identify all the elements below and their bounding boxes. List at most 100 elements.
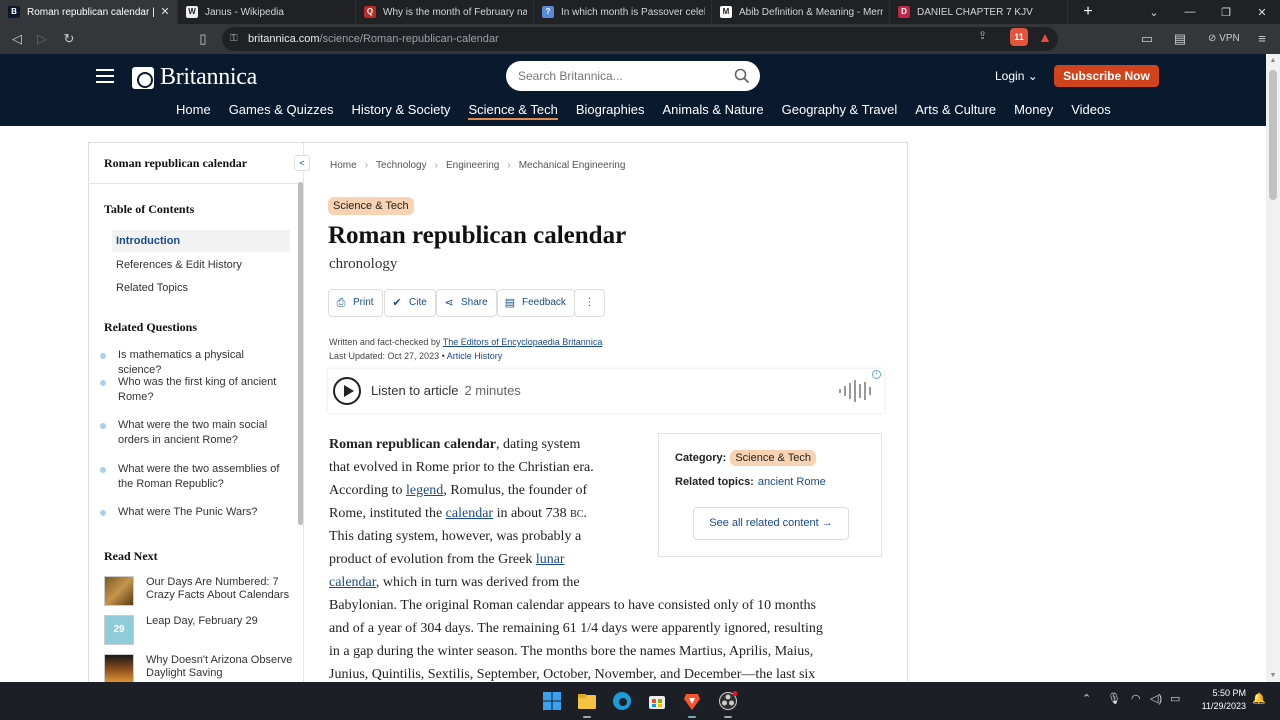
volume-icon[interactable]: ◁) — [1150, 692, 1162, 705]
chevron-up-icon[interactable]: ⌃ — [1082, 692, 1091, 705]
related-question-link[interactable]: Is mathematics a physical science? — [100, 348, 290, 378]
britannica-logo[interactable]: Britannica — [132, 64, 257, 91]
sidebar-scrollbar[interactable] — [298, 182, 303, 525]
file-explorer-icon[interactable] — [577, 691, 597, 711]
nav-science-tech[interactable]: Science & Tech — [468, 102, 558, 120]
related-question-link[interactable]: What were the two assemblies of the Roma… — [100, 462, 290, 492]
read-next-item[interactable]: Why Doesn't Arizona Observe Daylight Sav… — [104, 654, 294, 683]
address-bar[interactable]: ⚿ britannica.com/science/Roman-republica… — [222, 27, 1058, 51]
tab-merriam-webster[interactable]: M Abib Definition & Meaning - Merriam — [712, 0, 890, 24]
notifications-icon[interactable]: 🔔 — [1252, 692, 1266, 705]
microsoft-store-icon[interactable] — [647, 691, 667, 711]
restore-icon[interactable]: ❐ — [1208, 6, 1244, 19]
read-next-item[interactable]: Our Days Are Numbered: 7 Crazy Facts Abo… — [104, 576, 294, 608]
scroll-down-icon[interactable]: ▼ — [1266, 672, 1280, 679]
read-next-item[interactable]: 29 Leap Day, February 29 — [104, 615, 294, 647]
bullet-icon — [100, 510, 106, 516]
lunar-calendar-link[interactable]: lunar — [536, 552, 565, 567]
legend-link[interactable]: legend — [406, 483, 443, 498]
nav-arts-culture[interactable]: Arts & Culture — [915, 102, 996, 120]
toc-item-related-topics[interactable]: Related Topics — [112, 277, 290, 299]
tab-britannica[interactable]: B Roman republican calendar | Britannica… — [0, 0, 178, 24]
tab-quora[interactable]: Q Why is the month of February named — [356, 0, 534, 24]
breadcrumb-mechanical-engineering[interactable]: Mechanical Engineering — [519, 160, 626, 172]
obs-studio-icon[interactable] — [718, 691, 738, 711]
see-all-related-button[interactable]: See all related content → — [693, 507, 849, 540]
vpn-button[interactable]: ⊘ VPN — [1208, 30, 1240, 48]
reload-icon[interactable]: ↻ — [61, 31, 77, 47]
share-page-icon[interactable]: ⇪ — [978, 29, 992, 43]
info-icon[interactable]: i — [872, 370, 881, 379]
divider — [88, 183, 303, 184]
feedback-button[interactable]: ▤ Feedback — [497, 289, 575, 317]
nav-history-society[interactable]: History & Society — [351, 102, 450, 120]
more-options-button[interactable]: ⋮ — [574, 289, 605, 317]
nav-games-quizzes[interactable]: Games & Quizzes — [229, 102, 334, 120]
nav-money[interactable]: Money — [1014, 102, 1053, 120]
login-button[interactable]: Login ⌄ — [995, 69, 1038, 83]
arizona-thumbnail-image — [104, 654, 134, 683]
nav-home[interactable]: Home — [176, 102, 211, 120]
windows-start-icon[interactable] — [542, 691, 562, 711]
forward-icon[interactable]: ▷ — [34, 31, 50, 47]
related-question-link[interactable]: What were the two main social orders in … — [100, 418, 290, 448]
battery-icon[interactable]: ▭ — [1170, 692, 1180, 705]
print-button[interactable]: ⎙ Print — [328, 289, 383, 317]
category-tag[interactable]: Science & Tech — [328, 197, 414, 215]
nav-videos[interactable]: Videos — [1071, 102, 1111, 120]
share-button[interactable]: ⋖ Share — [436, 289, 497, 317]
cite-button[interactable]: ✔ Cite — [384, 289, 436, 317]
nav-biographies[interactable]: Biographies — [576, 102, 645, 120]
menu-icon[interactable]: ≡ — [1254, 31, 1270, 47]
edge-icon[interactable] — [612, 691, 632, 711]
calendar-link[interactable]: calendar — [446, 506, 493, 521]
nav-geography-travel[interactable]: Geography & Travel — [782, 102, 898, 120]
wifi-icon[interactable]: ◠ — [1131, 692, 1141, 705]
search-input[interactable]: Search Britannica... — [506, 61, 760, 91]
breadcrumb-technology[interactable]: Technology — [376, 160, 427, 172]
collapse-sidebar-button[interactable]: < — [294, 155, 310, 171]
running-indicator — [583, 716, 591, 718]
article-history-link[interactable]: Article History — [447, 351, 503, 361]
lunar-calendar-link[interactable]: calendar — [329, 575, 376, 590]
tab-passover[interactable]: ? In which month is Passover celebrated — [534, 0, 712, 24]
system-clock[interactable]: 5:50 PM 11/29/2023 — [1190, 687, 1246, 713]
toc-item-references[interactable]: References & Edit History — [112, 254, 290, 276]
hamburger-menu-icon[interactable] — [96, 69, 114, 83]
breadcrumb-home[interactable]: Home — [330, 160, 357, 172]
search-icon[interactable] — [734, 68, 750, 84]
microphone-icon[interactable]: 🎙 — [1107, 692, 1121, 705]
play-icon[interactable] — [333, 377, 361, 405]
tab-wikipedia[interactable]: W Janus - Wikipedia — [178, 0, 356, 24]
scroll-up-icon[interactable]: ▲ — [1266, 57, 1280, 64]
minimize-icon[interactable]: — — [1172, 6, 1208, 18]
breadcrumb-engineering[interactable]: Engineering — [446, 160, 499, 172]
wikipedia-favicon-icon: W — [186, 6, 198, 18]
page-scrollbar[interactable]: ▲ ▼ — [1266, 54, 1280, 682]
site-info-icon[interactable]: ⚿ — [230, 32, 244, 46]
close-tab-icon[interactable]: ✕ — [159, 6, 171, 18]
brave-rewards-icon[interactable]: ▲ — [1036, 28, 1054, 46]
back-icon[interactable]: ◁ — [9, 31, 25, 47]
ancient-rome-link[interactable]: ancient Rome — [758, 476, 826, 488]
chevron-down-icon: ⌄ — [1027, 69, 1038, 83]
paragraph-line: According to legend, Romulus, the founde… — [329, 483, 588, 498]
subscribe-button[interactable]: Subscribe Now — [1054, 65, 1159, 87]
category-chip[interactable]: Science & Tech — [730, 450, 816, 466]
brave-browser-icon[interactable] — [682, 691, 702, 711]
scrollbar-thumb[interactable] — [1269, 70, 1277, 200]
sidebar-toggle-icon[interactable]: ▭ — [1139, 31, 1155, 47]
tab-search-icon[interactable]: ⌄ — [1136, 6, 1172, 19]
related-question-link[interactable]: What were The Punic Wars? — [100, 505, 290, 520]
brave-shields-icon[interactable]: 11 — [1010, 28, 1028, 46]
author-link[interactable]: The Editors of Encyclopaedia Britannica — [443, 337, 603, 347]
tab-daniel-kjv[interactable]: D DANIEL CHAPTER 7 KJV — [890, 0, 1068, 24]
paragraph-line: Babylonian. The original Roman calendar … — [329, 598, 816, 613]
nav-animals-nature[interactable]: Animals & Nature — [662, 102, 763, 120]
toc-item-introduction[interactable]: Introduction — [112, 230, 290, 252]
wallet-icon[interactable]: ▤ — [1172, 31, 1188, 47]
bookmark-icon[interactable]: ▯ — [195, 31, 211, 47]
new-tab-icon[interactable]: + — [1074, 0, 1102, 24]
close-window-icon[interactable]: ✕ — [1244, 6, 1280, 19]
related-question-link[interactable]: Who was the first king of ancient Rome? — [100, 375, 290, 405]
